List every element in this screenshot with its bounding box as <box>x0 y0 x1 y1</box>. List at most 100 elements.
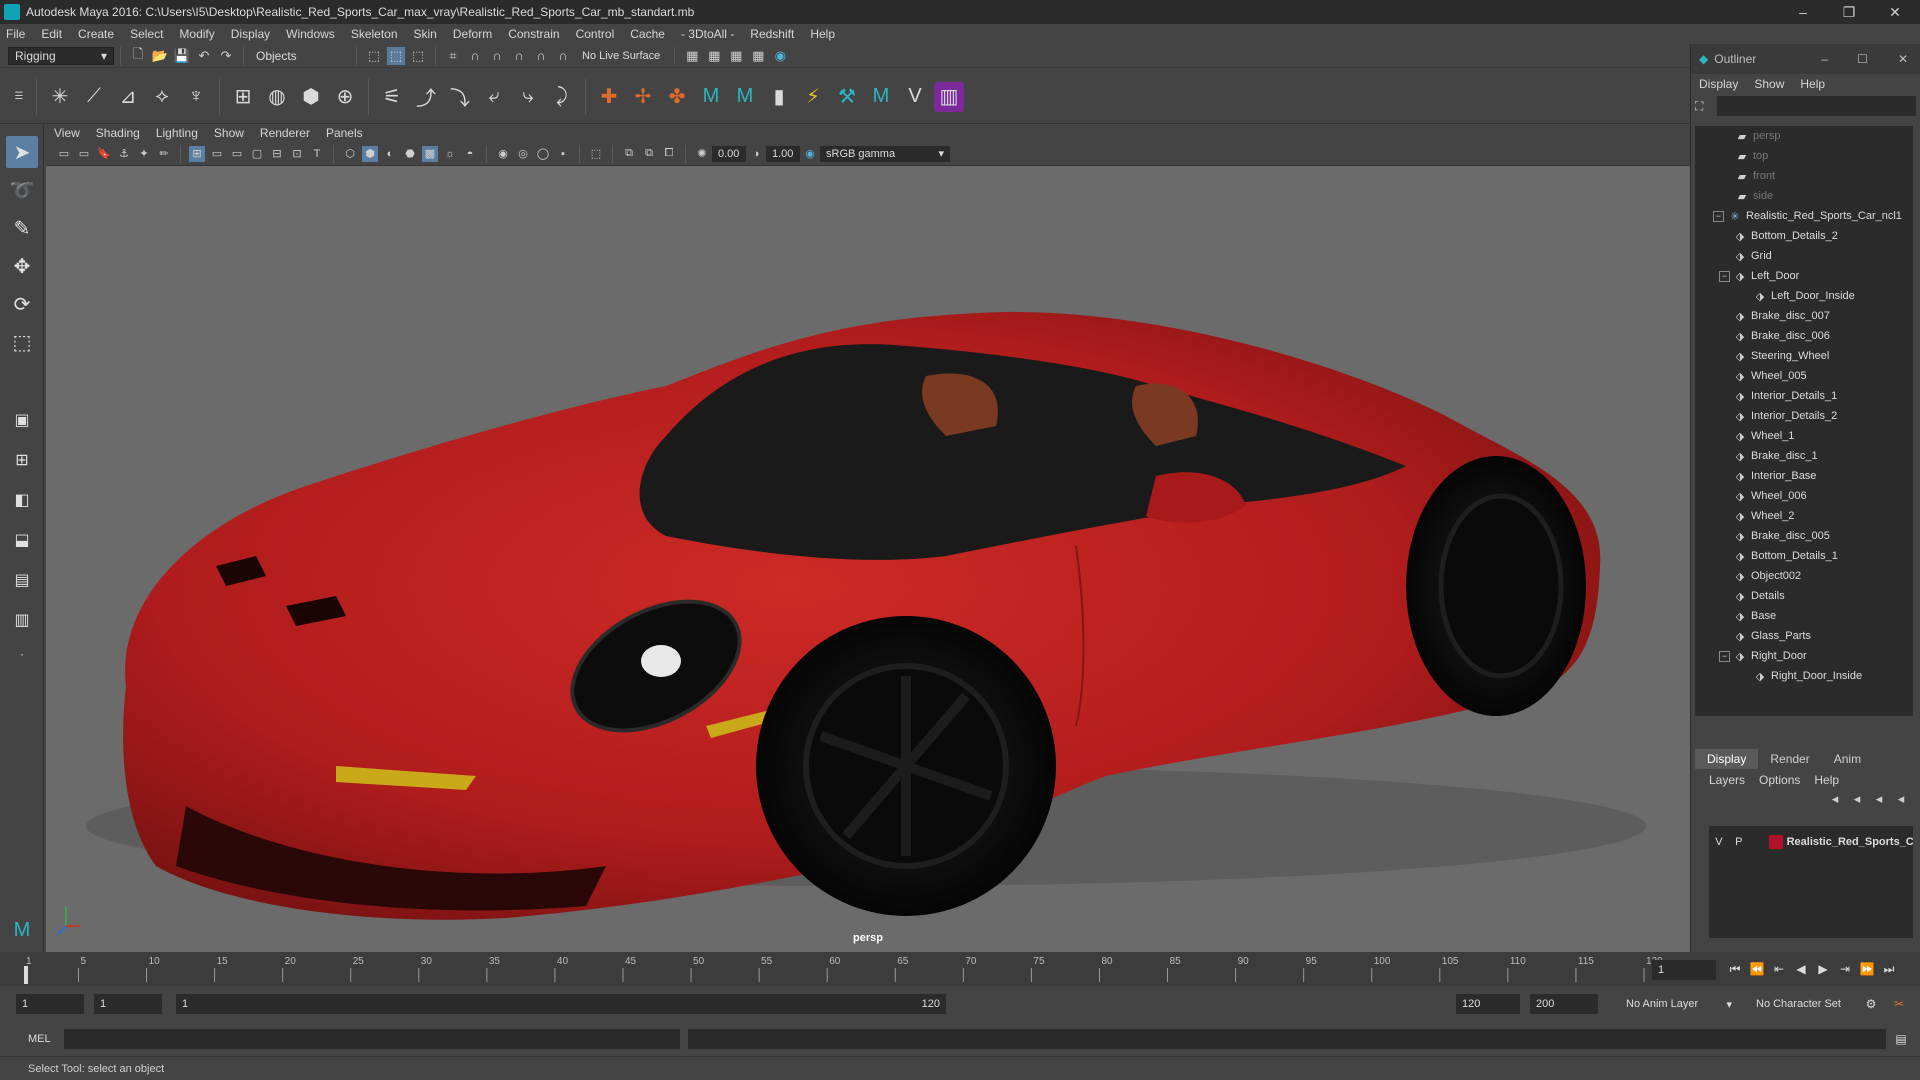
outliner-item[interactable]: ⬗ Steering_Wheel <box>1695 346 1913 366</box>
step-back-frame-icon[interactable]: ⇤ <box>1768 958 1790 980</box>
outliner-item[interactable]: − ⬗ Left_Door <box>1695 266 1913 286</box>
save-scene-icon[interactable]: 💾 <box>173 47 191 65</box>
outliner-item-camera[interactable]: ▰ front <box>1695 166 1913 186</box>
animation-end-field[interactable]: 200 <box>1530 994 1598 1014</box>
resolution-gate-icon[interactable]: ▭ <box>229 146 245 162</box>
layer-playback-toggle[interactable]: P <box>1729 836 1749 848</box>
step-back-key-icon[interactable]: ⏪ <box>1746 958 1768 980</box>
menu-constrain[interactable]: Constrain <box>508 27 559 41</box>
shadows-icon[interactable]: ◓ <box>462 146 478 162</box>
outliner-item[interactable]: ⬗ Interior_Details_2 <box>1695 406 1913 426</box>
shelf-menu-icon[interactable]: ☰ <box>10 88 28 106</box>
anim-layer-dropdown[interactable]: No Anim Layer ▾ <box>1620 994 1738 1014</box>
2d-pan-zoom-icon[interactable]: ✦ <box>136 146 152 162</box>
lasso-tool-icon[interactable]: ➰ <box>6 174 38 206</box>
render-settings-icon[interactable]: ▦ <box>683 47 701 65</box>
snap-live-icon[interactable]: ∩ <box>554 47 572 65</box>
current-frame-field[interactable]: 1 <box>1652 960 1716 980</box>
select-object-icon[interactable]: ⬚ <box>387 46 405 65</box>
outliner-item[interactable]: ⬗ Brake_disc_006 <box>1695 326 1913 346</box>
outliner-item[interactable]: ⬗ Bottom_Details_2 <box>1695 226 1913 246</box>
smooth-bind-icon[interactable]: ⤴ <box>411 82 441 112</box>
select-component-icon[interactable]: ⬚ <box>409 47 427 65</box>
detach-skin-icon[interactable]: ⤶ <box>479 82 509 112</box>
ipr-render-icon[interactable]: ▦ <box>727 47 745 65</box>
set-driven-key-icon[interactable]: ▮ <box>764 82 794 112</box>
depth-of-field-icon[interactable]: ▪ <box>555 146 571 162</box>
move-layer-down-icon[interactable]: ◂ <box>1848 790 1866 808</box>
tab-anim[interactable]: Anim <box>1822 749 1873 769</box>
vp-menu-lighting[interactable]: Lighting <box>156 126 198 140</box>
view-transform-dropdown[interactable]: sRGB gamma ▾ <box>820 145 950 162</box>
preferences-icon[interactable]: ✂ <box>1888 993 1910 1015</box>
default-material-icon[interactable]: ◐ <box>382 146 398 162</box>
outliner-menu-help[interactable]: Help <box>1800 77 1825 91</box>
step-forward-frame-icon[interactable]: ⇥ <box>1834 958 1856 980</box>
hypershade-icon[interactable]: ◉ <box>771 47 789 65</box>
outliner-minimize-button[interactable]: – <box>1821 52 1828 66</box>
outliner-item-camera[interactable]: ▰ top <box>1695 146 1913 166</box>
vp-menu-renderer[interactable]: Renderer <box>260 126 310 140</box>
character-set-dropdown[interactable]: No Character Set <box>1750 994 1862 1014</box>
menu-help[interactable]: Help <box>810 27 835 41</box>
humanik-icon[interactable]: ♆ <box>181 82 211 112</box>
v-icon[interactable]: V <box>900 82 930 112</box>
xray-components-icon[interactable]: ⧠ <box>661 146 677 162</box>
wireframe-on-shaded-icon[interactable]: ⬣ <box>402 146 418 162</box>
script-editor-icon[interactable]: ▤ <box>1890 1028 1912 1050</box>
maya-m2-icon[interactable]: M <box>730 82 760 112</box>
snap-grid-icon[interactable]: ⌗ <box>444 47 462 65</box>
collapse-icon[interactable]: − <box>1719 270 1730 282</box>
collapse-icon[interactable]: − <box>1713 210 1724 222</box>
wrap-icon[interactable]: ⬢ <box>296 82 326 112</box>
point-constraint-icon[interactable]: ✚ <box>594 82 624 112</box>
color-management-icon[interactable]: ◉ <box>802 146 818 162</box>
parent-icon[interactable]: ⚡ <box>798 82 828 112</box>
tab-display[interactable]: Display <box>1695 749 1759 769</box>
outliner-item[interactable]: ⬗ Left_Door_Inside <box>1695 286 1913 306</box>
isolate-select-icon[interactable]: ⬚ <box>588 146 604 162</box>
filter-icon[interactable]: ⛶ <box>1695 99 1713 114</box>
outliner-search-input[interactable] <box>1717 96 1916 116</box>
outliner-item[interactable]: ⬗ Wheel_2 <box>1695 506 1913 526</box>
menu-3dtoall[interactable]: - 3DtoAll - <box>681 27 734 41</box>
command-input[interactable] <box>64 1029 680 1049</box>
exposure-field[interactable]: 0.00 <box>712 145 746 162</box>
outliner-item[interactable]: ⬗ Grid <box>1695 246 1913 266</box>
auto-key-icon[interactable]: ⚙ <box>1860 993 1882 1015</box>
grid-icon[interactable]: ⊞ <box>189 145 205 162</box>
outliner-item[interactable]: ⬗ Base <box>1695 606 1913 626</box>
snap-view-icon[interactable]: ∩ <box>510 47 528 65</box>
menu-select[interactable]: Select <box>130 27 163 41</box>
multisample-aa-icon[interactable]: ◯ <box>535 146 551 162</box>
cluster-icon[interactable]: ◍ <box>262 82 292 112</box>
render-frame-icon[interactable]: ▦ <box>705 47 723 65</box>
new-layer-selected-icon[interactable]: ◂ <box>1892 790 1910 808</box>
outliner-item[interactable]: ⬗ Details <box>1695 586 1913 606</box>
bind-skin-icon[interactable]: ⚟ <box>377 82 407 112</box>
menu-edit[interactable]: Edit <box>41 27 62 41</box>
create-joint-icon[interactable]: ✳ <box>45 82 75 112</box>
single-view-icon[interactable]: ▣ <box>6 404 38 436</box>
motion-blur-icon[interactable]: ◎ <box>515 146 531 162</box>
minimize-button[interactable]: – <box>1780 0 1826 24</box>
go-to-start-icon[interactable]: ⏮ <box>1724 958 1746 980</box>
outliner-item[interactable]: ⬗ Interior_Details_1 <box>1695 386 1913 406</box>
exposure-icon[interactable]: ✺ <box>694 146 710 162</box>
vp-menu-panels[interactable]: Panels <box>326 126 363 140</box>
insert-joint-icon[interactable]: ⟋ <box>79 82 109 112</box>
orient-constraint-icon[interactable]: ✤ <box>662 82 692 112</box>
paint-weights-icon[interactable]: ⤵ <box>445 82 475 112</box>
stacked-view-icon[interactable]: ⬓ <box>6 524 38 556</box>
menu-windows[interactable]: Windows <box>286 27 335 41</box>
gamma-icon[interactable]: ◑ <box>748 146 764 162</box>
step-forward-key-icon[interactable]: ⏩ <box>1856 958 1878 980</box>
outliner-item[interactable]: ⬗ Brake_disc_005 <box>1695 526 1913 546</box>
play-backward-icon[interactable]: ◀ <box>1790 958 1812 980</box>
copy-weights-icon[interactable]: ⤸ <box>547 82 577 112</box>
layer-menu-options[interactable]: Options <box>1759 773 1800 787</box>
menu-cache[interactable]: Cache <box>630 27 665 41</box>
camera-attributes-icon[interactable]: ▭ <box>76 146 92 162</box>
ik-spline-icon[interactable]: ⟡ <box>147 82 177 112</box>
maximize-button[interactable]: ❐ <box>1826 0 1872 24</box>
